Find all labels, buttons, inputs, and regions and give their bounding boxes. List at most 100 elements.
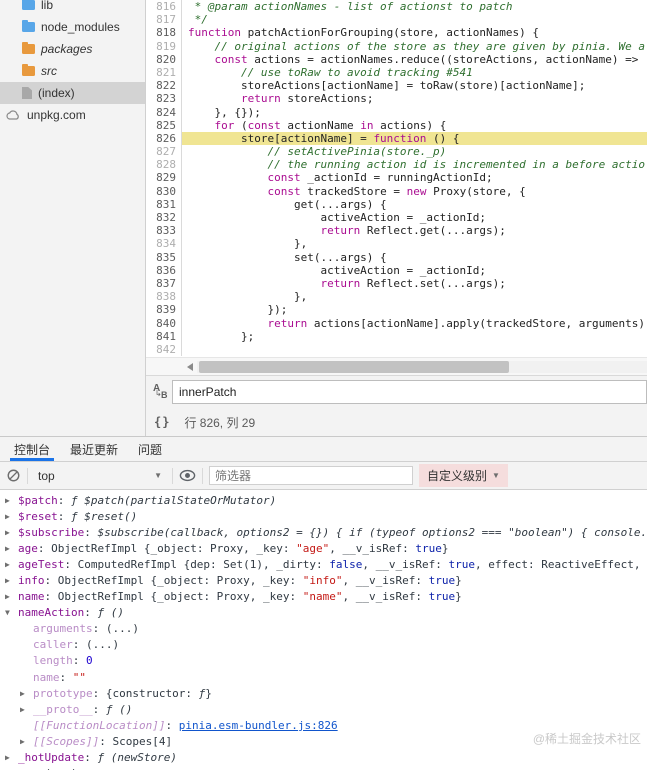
line-number[interactable]: 820 [146, 52, 182, 66]
console-text: : [84, 751, 98, 765]
code-line-818: 818 function patchActionForGrouping(store… [146, 26, 647, 40]
console-text: : Scopes[4] [99, 734, 173, 748]
code-line-821: 821 // use toRaw to avoid tracking #541 [146, 65, 647, 80]
live-expression-eye-icon[interactable] [179, 468, 196, 483]
expand-arrow-icon[interactable]: ▶ [5, 496, 18, 505]
code-line-826: 826 store[actionName] = function () { [146, 131, 647, 146]
tree-item-label: src [41, 64, 57, 78]
expand-arrow-icon[interactable]: ▶ [5, 576, 18, 585]
line-number[interactable]: 842 [146, 342, 182, 357]
line-number[interactable]: 826 [146, 131, 182, 146]
context-selector[interactable]: top ▼ [34, 469, 166, 483]
line-number[interactable]: 833 [146, 224, 182, 238]
line-number[interactable]: 831 [146, 197, 182, 211]
line-number[interactable]: 827 [146, 145, 182, 159]
line-number[interactable]: 825 [146, 118, 182, 132]
line-number[interactable]: 836 [146, 263, 182, 277]
expand-arrow-icon[interactable]: ▶ [20, 689, 33, 698]
expand-arrow-icon[interactable]: ▶ [5, 512, 18, 521]
code-area[interactable]: 816 * @param actionNames - list of actio… [146, 0, 647, 357]
line-number[interactable]: 840 [146, 316, 182, 330]
console-row: ▶ $patch: ƒ $patch(partialStateOrMutator) [0, 492, 647, 508]
expand-arrow-icon[interactable]: ▶ [5, 544, 18, 553]
tree-item--index-[interactable]: (index) [0, 82, 145, 104]
scroll-left-arrow-icon[interactable] [187, 362, 193, 371]
line-number[interactable]: 838 [146, 290, 182, 304]
line-number[interactable]: 830 [146, 184, 182, 198]
line-number[interactable]: 819 [146, 39, 182, 53]
console-text: : [92, 702, 106, 716]
line-number[interactable]: 834 [146, 237, 182, 251]
line-number[interactable]: 823 [146, 92, 182, 106]
code-line-text: }, [188, 237, 308, 251]
line-number[interactable]: 824 [146, 105, 182, 119]
tree-item-src[interactable]: src [0, 60, 145, 82]
line-number[interactable]: 821 [146, 65, 182, 80]
code-line-text: }; [188, 329, 255, 343]
code-line-838: 838 }, [146, 290, 647, 304]
code-line-text: for (const actionName in actions) { [214, 118, 447, 132]
tab-最近更新[interactable]: 最近更新 [60, 437, 128, 461]
clear-console-icon[interactable] [6, 468, 21, 483]
console-text: : ObjectRefImpl {_object: Proxy, _key: [44, 590, 303, 604]
source-location-link[interactable]: pinia.esm-bundler.js:826 [179, 719, 338, 732]
scrollbar-thumb[interactable] [199, 360, 509, 373]
horizontal-scrollbar[interactable] [146, 357, 647, 375]
expand-arrow-icon[interactable]: ▶ [5, 592, 18, 601]
console-text: age [18, 541, 38, 555]
expand-arrow-icon[interactable]: ▶ [5, 753, 18, 762]
console-row: ▶ prototype: {constructor: ƒ} [0, 685, 647, 701]
code-line-text: store[actionName] = function () { [182, 131, 647, 146]
console-text: , __v_isRef: [342, 574, 429, 588]
pretty-print-icon[interactable]: {} [154, 415, 170, 429]
line-number[interactable]: 837 [146, 276, 182, 291]
match-case-icon[interactable]: A ↳ B [152, 383, 172, 401]
line-number[interactable]: 817 [146, 13, 182, 27]
code-line-822: 822 storeActions[actionName] = toRaw(sto… [146, 79, 647, 93]
line-number[interactable]: 841 [146, 329, 182, 343]
tree-item-unpkg-com[interactable]: unpkg.com [0, 104, 145, 126]
expand-arrow-icon[interactable]: ▶ [20, 705, 33, 714]
devtools-window: lib node_modules packages src (index) unpkg.c… [0, 0, 647, 770]
console-text: ƒ (newStore) [97, 751, 177, 765]
line-number[interactable]: 832 [146, 211, 182, 225]
tree-item-label: unpkg.com [27, 108, 86, 122]
expand-arrow-icon[interactable]: ▶ [5, 560, 18, 569]
expand-arrow-icon[interactable]: ▶ [5, 528, 18, 537]
editor-search-input[interactable] [172, 380, 647, 404]
console-text: : ComputedRefImpl {dep: Set(1), _dirty: [64, 557, 330, 571]
line-number[interactable]: 816 [146, 0, 182, 14]
tree-item-node-modules[interactable]: node_modules [0, 16, 145, 38]
line-number[interactable]: 839 [146, 303, 182, 317]
code-line-831: 831 get(...args) { [146, 197, 647, 211]
console-text: nameAction [18, 606, 85, 620]
code-line-text [182, 343, 647, 356]
console-text: $reset [18, 509, 58, 523]
console-text: , __v_isRef: [362, 557, 449, 571]
tab-问题[interactable]: 问题 [128, 437, 172, 461]
console-filter-input[interactable] [209, 466, 413, 485]
code-line-832: 832 activeAction = _actionId; [146, 211, 647, 225]
line-number[interactable]: 822 [146, 79, 182, 93]
tree-item-lib[interactable]: lib [0, 0, 145, 16]
code-line-text: return Reflect.get(...args); [320, 224, 506, 238]
collapse-arrow-icon[interactable]: ▼ [5, 608, 18, 617]
code-line-829: 829 const _actionId = runningActionId; [146, 171, 647, 185]
expand-arrow-icon[interactable]: ▶ [20, 737, 33, 746]
tree-item-packages[interactable]: packages [0, 38, 145, 60]
line-number[interactable]: 818 [146, 26, 182, 40]
line-number[interactable]: 829 [146, 171, 182, 185]
editor-status-bar: {} 行 826, 列 29 [146, 408, 647, 436]
line-number[interactable]: 835 [146, 250, 182, 264]
console-text: : [84, 606, 98, 620]
log-level-selector[interactable]: 自定义级别 ▼ [419, 464, 508, 487]
console-text: : [57, 509, 71, 523]
line-number[interactable]: 828 [146, 158, 182, 172]
tab-控制台[interactable]: 控制台 [4, 437, 60, 461]
code-line-text: }, [188, 290, 308, 304]
code-line-text: }, {}); [188, 105, 261, 119]
console-text: $subscribe(callback, options2 = {}) { if… [97, 525, 647, 539]
code-line-817: 817 */ [146, 13, 647, 27]
code-line-text: // setActivePinia(store._p) [188, 145, 447, 159]
scrollbar-track[interactable] [197, 360, 647, 373]
